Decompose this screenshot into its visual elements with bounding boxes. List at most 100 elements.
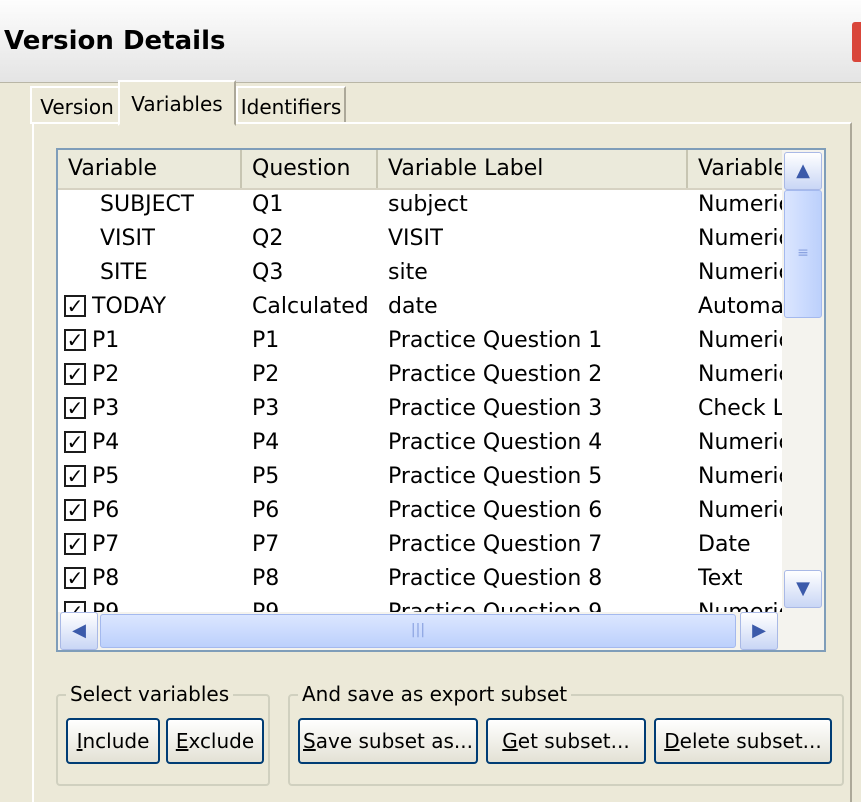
title-bar[interactable]: Version Details	[0, 0, 861, 83]
version-details-window: Version Details Version Variables Identi…	[0, 0, 861, 802]
tab-version[interactable]: Version	[30, 86, 124, 124]
cell-variable-label: Practice Question 6	[388, 498, 603, 523]
row-checkbox-icon[interactable]: ✓	[64, 363, 86, 385]
cell-variable-type: Numeric	[698, 464, 791, 489]
table-row[interactable]: SUBJECT Q1 subject Numeric	[58, 188, 791, 222]
scroll-up-icon[interactable]: ▲	[784, 152, 822, 190]
row-checkbox-icon[interactable]: ✓	[64, 295, 86, 317]
cell-question: Q3	[252, 260, 284, 285]
save-subset-button[interactable]: Save subset as...	[298, 718, 478, 764]
cell-variable-label: date	[388, 294, 438, 319]
select-variables-group: Select variables Include Exclude	[56, 682, 270, 786]
cell-variable: SUBJECT	[100, 192, 195, 217]
row-checkbox-icon[interactable]: ✓	[64, 567, 86, 589]
cell-question: P4	[252, 430, 280, 455]
table-row[interactable]: SITE Q3 site Numeric	[58, 256, 791, 290]
table-row[interactable]: VISIT Q2 VISIT Numeric	[58, 222, 791, 256]
cell-variable-label: VISIT	[388, 226, 444, 251]
scroll-right-icon[interactable]: ▶	[740, 612, 778, 650]
column-header-variable-label[interactable]: Variable Label	[378, 150, 688, 188]
cell-variable: TODAY	[92, 294, 167, 319]
table-row[interactable]: ✓ P5 P5 Practice Question 5 Numeric	[58, 460, 791, 494]
tab-variables[interactable]: Variables	[118, 80, 236, 126]
cell-variable-type: Date	[698, 532, 751, 557]
table-row[interactable]: ✓ P1 P1 Practice Question 1 Numeric	[58, 324, 791, 358]
cell-question: P5	[252, 464, 280, 489]
cell-question: Q2	[252, 226, 284, 251]
window-title: Version Details	[4, 26, 226, 56]
cell-variable-type: Numeric	[698, 226, 791, 251]
tab-identifiers[interactable]: Identifiers	[236, 86, 346, 124]
cell-variable-label: subject	[388, 192, 468, 217]
cell-variable-label: Practice Question 7	[388, 532, 603, 557]
scroll-down-icon[interactable]: ▼	[784, 570, 822, 608]
cell-variable-label: Practice Question 4	[388, 430, 603, 455]
row-checkbox-icon[interactable]: ✓	[64, 329, 86, 351]
export-subset-label: And save as export subset	[298, 682, 572, 706]
row-checkbox-icon[interactable]: ✓	[64, 465, 86, 487]
delete-subset-button[interactable]: Delete subset...	[654, 718, 832, 764]
column-header-variable[interactable]: Variable	[58, 150, 242, 188]
cell-variable-label: Practice Question 3	[388, 396, 603, 421]
column-header-variable-type[interactable]: Variable Ty|	[688, 150, 782, 188]
tab-version-label: Version	[40, 95, 114, 119]
get-subset-button[interactable]: Get subset...	[486, 718, 646, 764]
row-checkbox-icon[interactable]: ✓	[64, 499, 86, 521]
scroll-left-icon[interactable]: ◀	[60, 612, 98, 650]
cell-variable-type: Numeric	[698, 192, 791, 217]
cell-variable: P4	[92, 430, 120, 455]
cell-variable-type: Numeric	[698, 328, 791, 353]
table-row[interactable]: ✓ P6 P6 Practice Question 6 Numeric	[58, 494, 791, 528]
vertical-scrollbar[interactable]: ▲ ≡ ▼	[782, 150, 824, 612]
cell-variable-type: Numeric	[698, 362, 791, 387]
cell-variable-label: Practice Question 5	[388, 464, 603, 489]
row-checkbox-icon[interactable]: ✓	[64, 397, 86, 419]
cell-variable-type: Numeric	[698, 260, 791, 285]
column-header-question[interactable]: Question	[242, 150, 378, 188]
cell-variable: P3	[92, 396, 120, 421]
table-row[interactable]: ✓ P7 P7 Practice Question 7 Date	[58, 528, 782, 562]
cell-question: Calculated	[252, 294, 369, 319]
cell-variable: P7	[92, 532, 120, 557]
cell-variable-label: Practice Question 1	[388, 328, 603, 353]
cell-variable: P8	[92, 566, 120, 591]
cell-variable: P6	[92, 498, 120, 523]
cell-variable: VISIT	[100, 226, 156, 251]
cell-question: P3	[252, 396, 280, 421]
row-checkbox-icon[interactable]: ✓	[64, 533, 86, 555]
cell-question: P1	[252, 328, 280, 353]
cell-variable-type: Numeric	[698, 430, 791, 455]
vertical-scroll-thumb[interactable]: ≡	[784, 190, 822, 318]
list-header: Variable Question Variable Label Variabl…	[58, 150, 782, 190]
table-row[interactable]: ✓ P3 P3 Practice Question 3 Check List	[58, 392, 811, 426]
select-variables-label: Select variables	[66, 682, 234, 706]
cell-question: P6	[252, 498, 280, 523]
cell-question: P8	[252, 566, 280, 591]
cell-variable: P5	[92, 464, 120, 489]
cell-question: Q1	[252, 192, 284, 217]
close-icon[interactable]	[852, 22, 861, 62]
table-row[interactable]: ✓ P2 P2 Practice Question 2 Numeric	[58, 358, 791, 392]
row-checkbox-icon[interactable]: ✓	[64, 431, 86, 453]
cell-variable: P1	[92, 328, 120, 353]
cell-variable-type: Numeric	[698, 498, 791, 523]
cell-variable-label: Practice Question 8	[388, 566, 603, 591]
tab-variables-label: Variables	[131, 92, 223, 116]
variables-list[interactable]: Variable Question Variable Label Variabl…	[56, 148, 826, 652]
cell-variable: P2	[92, 362, 120, 387]
list-rows: SUBJECT Q1 subject Numeric VISIT Q2 VISIT Numer…	[58, 188, 824, 630]
table-row[interactable]: ✓ TODAY Calculated date Automatic D	[58, 290, 824, 324]
export-subset-group: And save as export subset Save subset as…	[288, 682, 844, 786]
tab-identifiers-label: Identifiers	[240, 95, 342, 119]
cell-question: P2	[252, 362, 280, 387]
exclude-button[interactable]: Exclude	[166, 718, 264, 764]
cell-variable-label: Practice Question 2	[388, 362, 603, 387]
include-button[interactable]: Include	[66, 718, 160, 764]
cell-question: P7	[252, 532, 280, 557]
table-row[interactable]: ✓ P4 P4 Practice Question 4 Numeric	[58, 426, 791, 460]
horizontal-scrollbar[interactable]: ◀ ||| ▶	[58, 612, 824, 650]
table-row[interactable]: ✓ P8 P8 Practice Question 8 Text	[58, 562, 782, 596]
horizontal-scroll-thumb[interactable]: |||	[100, 614, 736, 648]
cell-variable-type: Text	[698, 566, 743, 591]
cell-variable: SITE	[100, 260, 148, 285]
